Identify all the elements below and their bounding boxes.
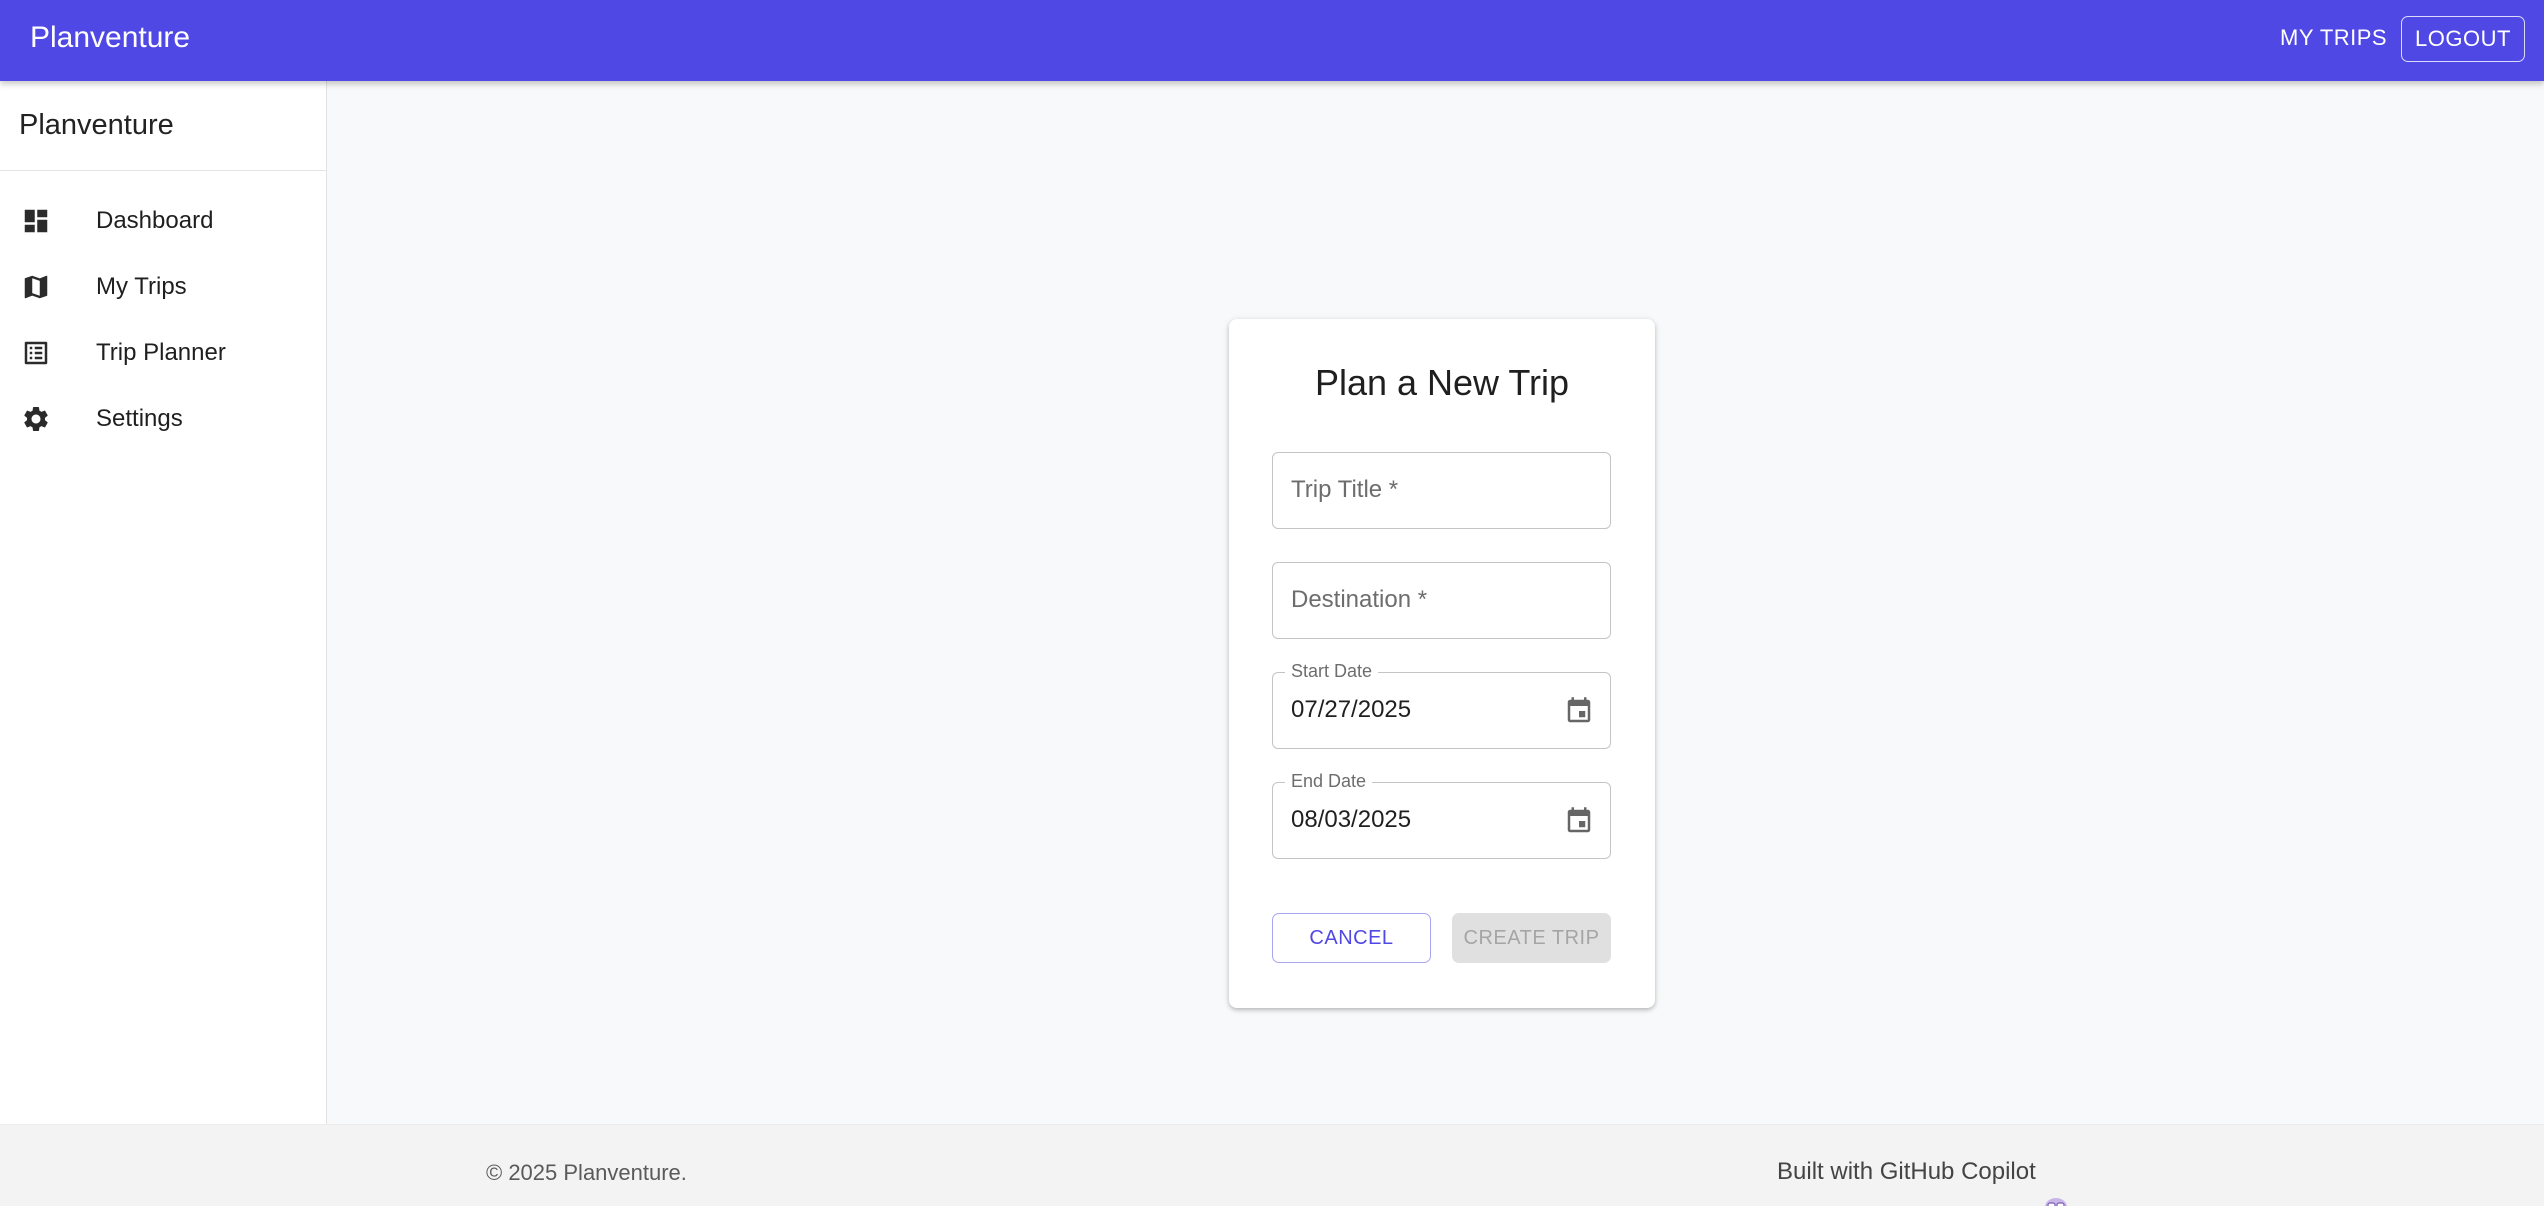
logout-button[interactable]: LOGOUT (2401, 16, 2525, 62)
list-icon (0, 338, 96, 368)
sidebar-item-dashboard[interactable]: Dashboard (0, 188, 326, 254)
gear-icon (0, 404, 96, 434)
copyright-text: © 2025 Planventure. (486, 1160, 687, 1185)
my-trips-nav-link[interactable]: MY TRIPS (2280, 0, 2387, 76)
start-date-value: 07/27/2025 (1291, 696, 1412, 723)
end-date-value: 08/03/2025 (1291, 806, 1412, 833)
trip-title-input[interactable]: Trip Title * (1272, 452, 1611, 529)
create-trip-button[interactable]: CREATE TRIP (1452, 913, 1611, 963)
sidebar-title: Planventure (0, 81, 326, 171)
cancel-button[interactable]: CANCEL (1272, 913, 1431, 963)
copilot-icon (2044, 1163, 2068, 1206)
app-bar: Planventure MY TRIPS LOGOUT (0, 0, 2544, 81)
built-with-text-wrapper: Built with GitHub Copilot (1777, 1125, 2068, 1206)
sidebar-item-trip-planner[interactable]: Trip Planner (0, 320, 326, 386)
map-icon (0, 272, 96, 302)
destination-input[interactable]: Destination * (1272, 562, 1611, 639)
calendar-icon[interactable] (1564, 806, 1594, 836)
destination-placeholder: Destination * (1291, 586, 1428, 613)
dashboard-icon (0, 206, 96, 236)
sidebar-item-settings[interactable]: Settings (0, 386, 326, 452)
sidebar-item-label: My Trips (96, 273, 187, 300)
footer: © 2025 Planventure. Built with GitHub Co… (0, 1124, 2544, 1206)
start-date-field[interactable]: Start Date 07/27/2025 (1272, 660, 1611, 749)
end-date-field[interactable]: End Date 08/03/2025 (1272, 770, 1611, 859)
app-brand[interactable]: Planventure (30, 0, 190, 76)
new-trip-card: Plan a New Trip Trip Title * Destination… (1229, 319, 1655, 1008)
built-with-text: Built with GitHub Copilot (1777, 1158, 2036, 1185)
sidebar-item-label: Trip Planner (96, 339, 226, 366)
sidebar-item-my-trips[interactable]: My Trips (0, 254, 326, 320)
sidebar: Planventure Dashboard My Trips Trip Plan… (0, 81, 327, 1124)
trip-title-placeholder: Trip Title * (1291, 476, 1399, 503)
sidebar-item-label: Dashboard (96, 207, 214, 234)
form-title: Plan a New Trip (1314, 362, 1570, 403)
sidebar-item-label: Settings (96, 405, 183, 432)
calendar-icon[interactable] (1564, 696, 1594, 726)
